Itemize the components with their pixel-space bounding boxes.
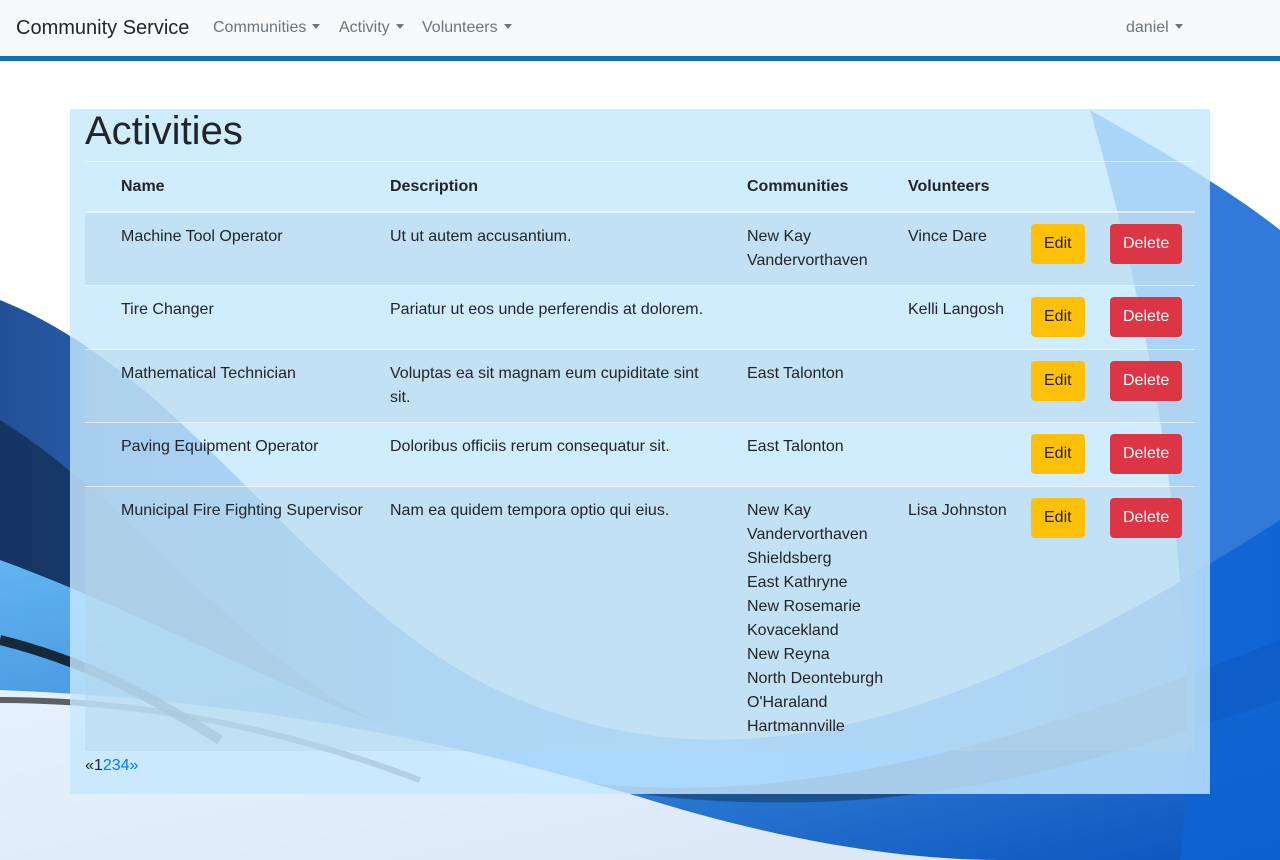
edit-button[interactable]: Edit — [1031, 297, 1085, 337]
community-name: Vandervorthaven — [747, 526, 868, 543]
caret-down-icon — [312, 24, 321, 29]
activity-name: Municipal Fire Fighting Supervisor — [109, 486, 378, 751]
activity-communities: New Kay Vandervorthaven Shieldsberg East Ka… — [735, 486, 896, 751]
user-name: daniel — [1126, 19, 1169, 36]
caret-down-icon — [503, 24, 512, 29]
pagination-prev: « — [85, 757, 94, 774]
table-row: Paving Equipment Operator Doloribus offic… — [85, 422, 1195, 487]
delete-cell: Delete — [1098, 486, 1195, 751]
activity-communities — [735, 285, 896, 350]
header-delete-col — [1098, 162, 1195, 213]
activity-name: Paving Equipment Operator — [109, 422, 378, 487]
activity-name: Machine Tool Operator — [109, 211, 378, 286]
table-row: Municipal Fire Fighting Supervisor Nam ea… — [85, 486, 1195, 751]
community-name: Hartmannville — [747, 718, 845, 735]
pagination-page-3[interactable]: 3 — [112, 757, 121, 774]
community-name: Vandervorthaven — [747, 252, 868, 269]
edit-cell: Edit — [1019, 211, 1098, 286]
activity-volunteers — [896, 422, 1019, 487]
page-title: Activities — [85, 109, 243, 153]
header-edit-col — [1019, 162, 1098, 213]
table-row: Tire Changer Pariatur ut eos unde perfere… — [85, 285, 1195, 350]
community-name: New Kay — [747, 502, 812, 519]
row-spacer — [85, 486, 109, 751]
edit-button[interactable]: Edit — [1031, 498, 1085, 538]
brand-link[interactable]: Community Service — [16, 16, 189, 40]
nav-dropdown-activity[interactable]: Activity — [339, 18, 404, 38]
community-name: Shieldsberg — [747, 550, 832, 567]
nav-dropdown-label: Volunteers — [422, 19, 498, 36]
delete-button[interactable]: Delete — [1110, 498, 1183, 538]
community-name: Kovacekland — [747, 622, 839, 639]
activity-communities: East Talonton — [735, 422, 896, 487]
row-spacer — [85, 211, 109, 286]
pagination: «1234» — [85, 754, 138, 778]
delete-cell: Delete — [1098, 285, 1195, 350]
community-name: O'Haraland — [747, 694, 828, 711]
nav-dropdown-label: Communities — [213, 19, 307, 36]
activity-volunteers: Vince Dare — [896, 211, 1019, 286]
pagination-next[interactable]: » — [130, 757, 139, 774]
header-volunteers: Volunteers — [896, 162, 1019, 213]
edit-button[interactable]: Edit — [1031, 434, 1085, 474]
delete-cell: Delete — [1098, 349, 1195, 423]
header-communities: Communities — [735, 162, 896, 213]
table-row: Machine Tool Operator Ut ut autem accusan… — [85, 211, 1195, 286]
activity-volunteers: Lisa Johnston — [896, 486, 1019, 751]
table-body: Machine Tool Operator Ut ut autem accusan… — [85, 211, 1195, 751]
community-name: East Talonton — [747, 365, 844, 382]
pagination-page-1: 1 — [93, 757, 103, 774]
activity-description: Nam ea quidem tempora optio qui eius. — [378, 486, 735, 751]
edit-button[interactable]: Edit — [1031, 224, 1085, 264]
delete-button[interactable]: Delete — [1110, 361, 1183, 401]
activities-panel: Activities Name Description Communities … — [70, 109, 1210, 794]
top-navbar: Community Service Communities Activity V… — [0, 0, 1280, 61]
pagination-page-2[interactable]: 2 — [103, 757, 112, 774]
edit-cell: Edit — [1019, 285, 1098, 350]
activity-description: Voluptas ea sit magnam eum cupiditate si… — [378, 349, 735, 423]
nav-dropdown-volunteers[interactable]: Volunteers — [422, 18, 512, 38]
edit-button[interactable]: Edit — [1031, 361, 1085, 401]
header-blank — [85, 162, 109, 213]
nav-dropdown-label: Activity — [339, 19, 390, 36]
community-name: East Talonton — [747, 438, 844, 455]
activity-volunteers — [896, 349, 1019, 423]
table-row: Mathematical Technician Voluptas ea sit m… — [85, 349, 1195, 423]
delete-button[interactable]: Delete — [1110, 434, 1183, 474]
activity-description: Doloribus officiis rerum consequatur sit… — [378, 422, 735, 487]
delete-button[interactable]: Delete — [1110, 297, 1183, 337]
community-name: New Reyna — [747, 646, 830, 663]
delete-cell: Delete — [1098, 422, 1195, 487]
activity-volunteers: Kelli Langosh — [896, 285, 1019, 350]
community-name: North Deonteburgh — [747, 670, 884, 687]
community-name: East Kathryne — [747, 574, 848, 591]
header-name: Name — [109, 162, 378, 213]
caret-down-icon — [1174, 24, 1183, 29]
activity-communities: New Kay Vandervorthaven — [735, 211, 896, 286]
edit-cell: Edit — [1019, 349, 1098, 423]
row-spacer — [85, 349, 109, 423]
activity-name: Mathematical Technician — [109, 349, 378, 423]
pagination-page-4[interactable]: 4 — [121, 757, 130, 774]
row-spacer — [85, 285, 109, 350]
delete-cell: Delete — [1098, 211, 1195, 286]
table-header-row: Name Description Communities Volunteers — [85, 162, 1195, 213]
nav-dropdown-communities[interactable]: Communities — [213, 18, 321, 38]
delete-button[interactable]: Delete — [1110, 224, 1183, 264]
row-spacer — [85, 422, 109, 487]
activities-table: Name Description Communities Volunteers … — [85, 162, 1195, 751]
user-menu-dropdown[interactable]: daniel — [1126, 18, 1183, 38]
activity-description: Pariatur ut eos unde perferendis at dolo… — [378, 285, 735, 350]
caret-down-icon — [395, 24, 404, 29]
header-description: Description — [378, 162, 735, 213]
edit-cell: Edit — [1019, 422, 1098, 487]
activity-description: Ut ut autem accusantium. — [378, 211, 735, 286]
community-name: New Rosemarie — [747, 598, 861, 615]
activity-name: Tire Changer — [109, 285, 378, 350]
edit-cell: Edit — [1019, 486, 1098, 751]
community-name: New Kay — [747, 228, 812, 245]
activity-communities: East Talonton — [735, 349, 896, 423]
